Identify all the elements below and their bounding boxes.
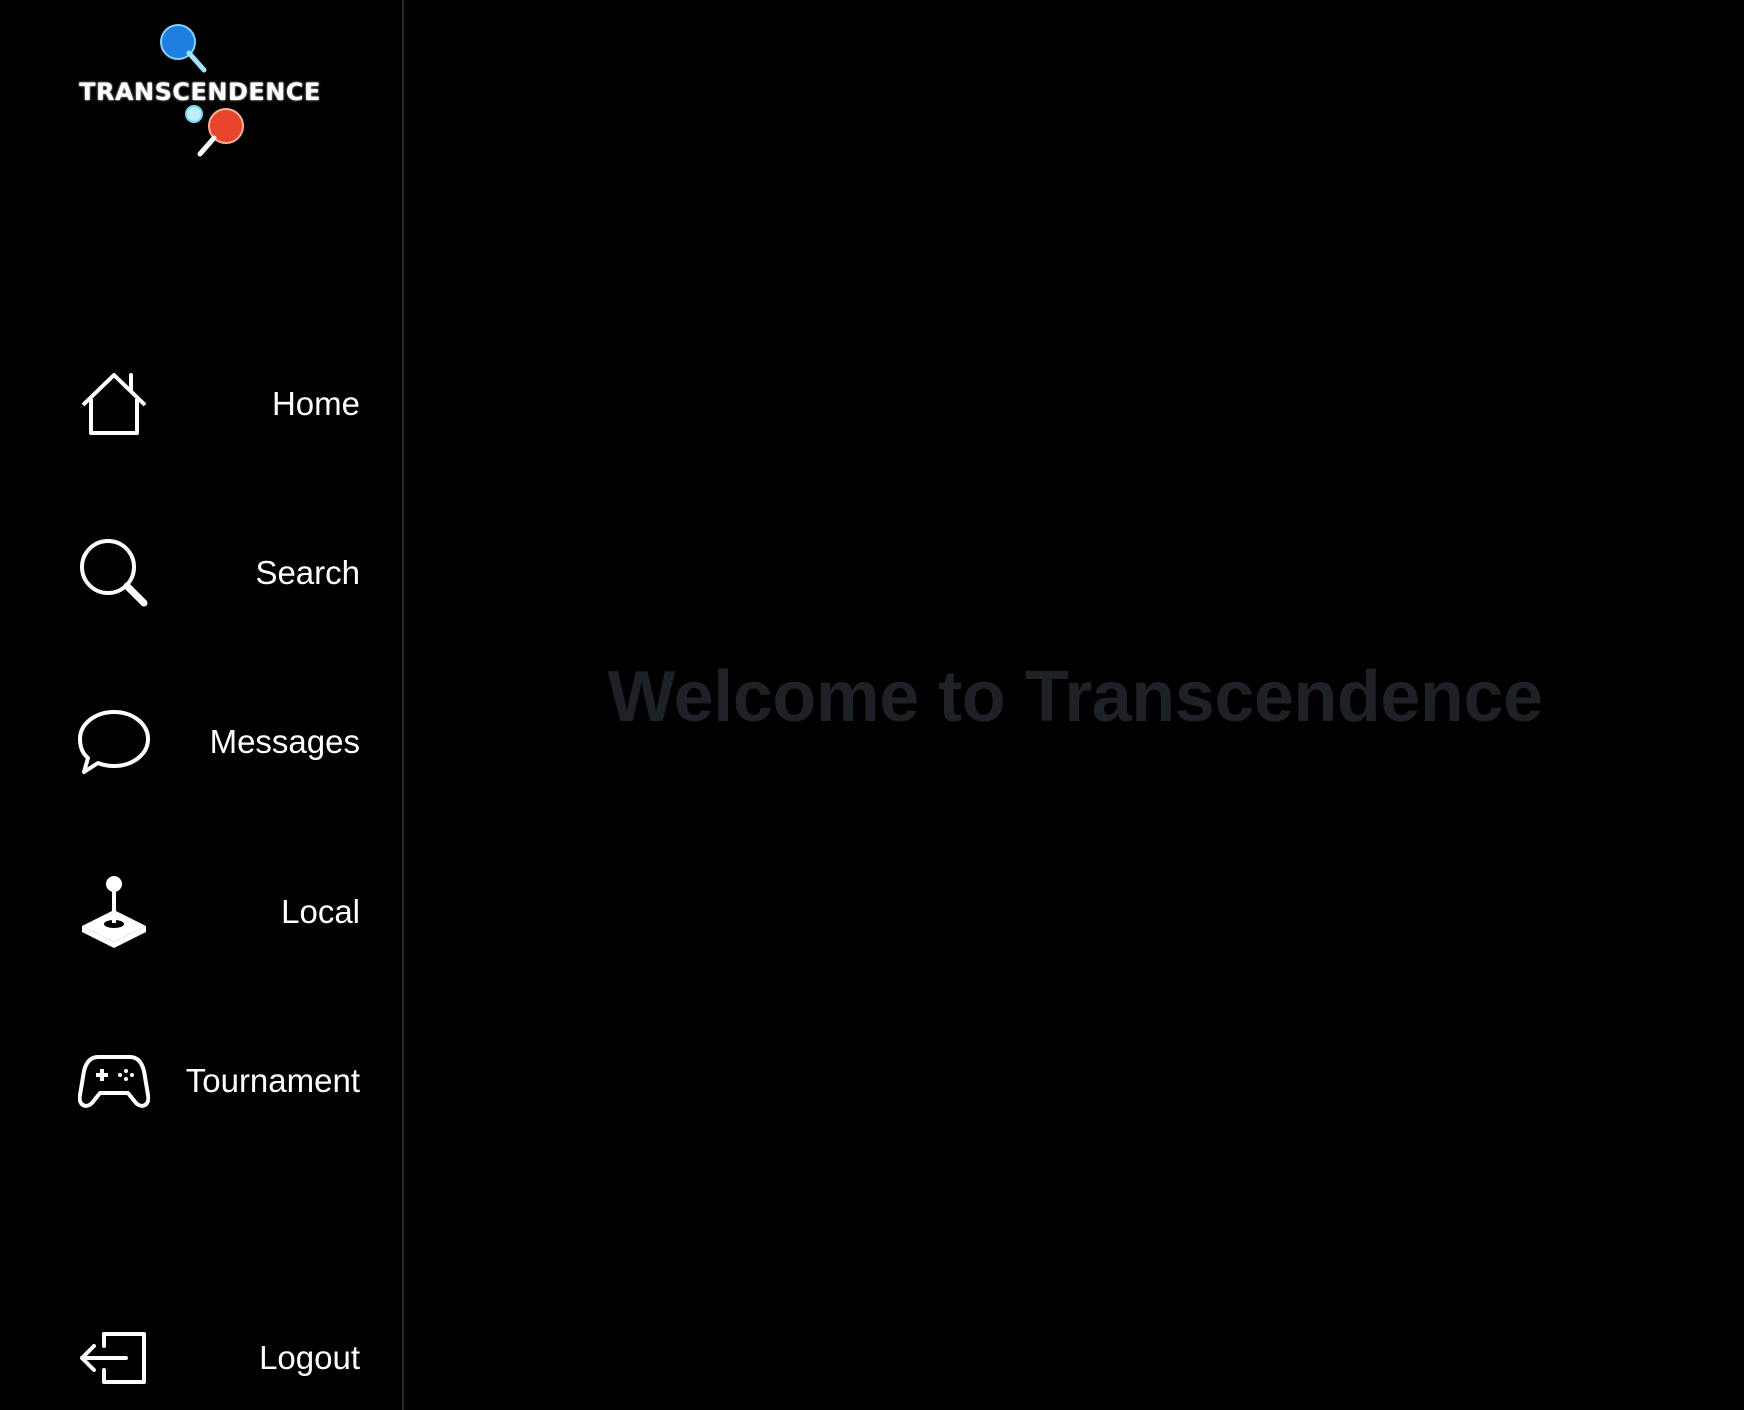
- main-content: Welcome to Transcendence: [406, 0, 1744, 1410]
- sidebar-item-home[interactable]: Home: [76, 364, 360, 444]
- sidebar-item-messages[interactable]: Messages: [76, 702, 360, 782]
- home-icon: [76, 366, 152, 442]
- sidebar-item-label: Messages: [209, 723, 360, 760]
- search-icon: [76, 535, 152, 611]
- gamepad-icon: [76, 1043, 152, 1119]
- red-paddle-icon: [197, 108, 244, 157]
- sidebar-item-label: Home: [271, 385, 360, 422]
- welcome-heading: Welcome to Transcendence: [607, 657, 1543, 737]
- sidebar-item-label: Tournament: [185, 1062, 360, 1099]
- logout-button[interactable]: Logout: [76, 1318, 360, 1398]
- joystick-icon: [76, 874, 152, 950]
- sidebar-item-label: Search: [255, 554, 360, 591]
- sidebar-item-local[interactable]: Local: [76, 872, 360, 952]
- sidebar-item-search[interactable]: Search: [76, 533, 360, 613]
- sidebar-item-label: Local: [281, 893, 360, 930]
- sidebar-item-tournament[interactable]: Tournament: [76, 1041, 360, 1121]
- blue-paddle-icon: [160, 24, 207, 73]
- logout-icon: [76, 1320, 152, 1396]
- logout-label: Logout: [259, 1339, 360, 1376]
- chat-bubble-icon: [76, 704, 152, 780]
- app-logo[interactable]: TRANSCENDENCE: [70, 16, 330, 157]
- sidebar: TRANSCENDENCE Home Search Messages Local…: [0, 0, 404, 1410]
